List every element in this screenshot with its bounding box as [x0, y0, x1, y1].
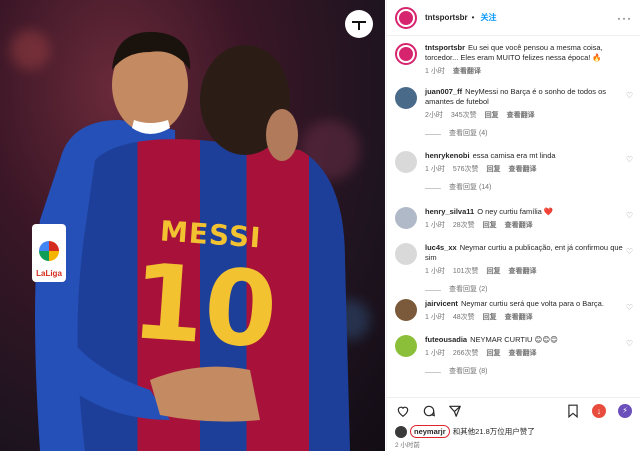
reply-button[interactable]: 回复 — [485, 111, 499, 121]
caption-time: 1 小时 — [425, 68, 445, 75]
like-heart-icon[interactable] — [395, 403, 411, 419]
translate-link[interactable]: 查看翻译 — [453, 67, 481, 77]
more-options-icon[interactable]: ··· — [617, 11, 632, 25]
like-heart-icon[interactable]: ♡ — [626, 339, 633, 348]
liker-avatar — [395, 425, 407, 438]
account-avatar[interactable] — [395, 6, 417, 29]
view-replies-label: 查看回复 (2) — [449, 286, 488, 293]
comment-username[interactable]: luc4s_xx — [425, 243, 457, 252]
comment-item: henry_silva11 O ney curtiu família ❤️ 1 小… — [395, 207, 633, 231]
translate-link[interactable]: 查看翻译 — [505, 313, 533, 323]
comment-text: Neymar curtiu será que volta para o Barç… — [460, 299, 604, 308]
likes-summary[interactable]: neymarjr 和其他21.8万位用户赞了 — [395, 425, 535, 438]
comment-username[interactable]: henrykenobi — [425, 151, 470, 160]
translate-link[interactable]: 查看翻译 — [507, 111, 535, 121]
comment-item: futeousadia NEYMAR CURTIU 😊😊😊 1 小时 266次赞 回复… — [395, 335, 633, 377]
reply-button[interactable]: 回复 — [487, 267, 501, 277]
comment-time: 1 小时 — [425, 350, 445, 357]
comment-item: luc4s_xx Neymar curtiu a publicação, ent … — [395, 243, 633, 295]
comment-time: 1 小时 — [425, 222, 445, 229]
post-timestamp: 2 小时前 — [395, 442, 420, 449]
laliga-label: LaLiga — [36, 269, 62, 278]
laliga-logo-icon — [39, 241, 59, 261]
share-send-icon[interactable] — [447, 403, 463, 419]
comment-item: henrykenobi essa camisa era mt linda 1 小时… — [395, 151, 633, 193]
follow-button[interactable]: 关注 — [480, 12, 496, 23]
like-heart-icon[interactable]: ♡ — [626, 155, 633, 164]
comment-item: juan007_ff NeyMessi no Barça é o sonho de… — [395, 87, 633, 139]
reply-button[interactable]: 回复 — [483, 313, 497, 323]
view-replies-label: 查看回复 (14) — [449, 184, 492, 191]
highlighted-liker[interactable]: neymarjr — [410, 425, 450, 438]
like-heart-icon[interactable]: ♡ — [626, 211, 633, 220]
likes-text: 和其他21.8万位用户赞了 — [452, 427, 535, 436]
comment-likes[interactable]: 576次赞 — [453, 165, 479, 175]
jersey-number: 10 — [127, 240, 281, 372]
comment-username[interactable]: futeousadia — [425, 335, 467, 344]
comment-text: NEYMAR CURTIU 😊😊😊 — [470, 335, 558, 344]
comment-text: essa camisa era mt linda — [472, 151, 556, 160]
bookmark-icon[interactable] — [565, 403, 581, 419]
view-replies-button[interactable]: 查看回复 (2) — [425, 285, 633, 295]
comment-username[interactable]: jairvicent — [425, 299, 458, 308]
right-player-ear — [266, 109, 298, 161]
comment-likes[interactable]: 28次赞 — [453, 221, 475, 231]
comment-username[interactable]: juan007_ff — [425, 87, 462, 96]
caption-username[interactable]: tntsportsbr — [425, 43, 465, 52]
laliga-badge: LaLiga — [32, 224, 66, 282]
view-replies-label: 查看回复 (8) — [449, 368, 488, 375]
account-username[interactable]: tntsportsbr — [425, 13, 468, 22]
commenter-avatar[interactable] — [395, 87, 417, 109]
post-header: tntsportsbr • 关注 ··· — [387, 0, 640, 36]
reply-button[interactable]: 回复 — [483, 221, 497, 231]
translate-link[interactable]: 查看翻译 — [509, 267, 537, 277]
post-actions-bar: ↓ ⚡ — [387, 397, 640, 423]
comment-text: O ney curtiu família ❤️ — [477, 207, 554, 216]
tnt-watermark-icon — [345, 10, 373, 38]
comment-time: 2小时 — [425, 112, 443, 119]
view-replies-button[interactable]: 查看回复 (14) — [425, 183, 633, 193]
post-photo[interactable]: MESSI 10 LaLiga — [0, 0, 385, 451]
view-replies-button[interactable]: 查看回复 (4) — [425, 129, 633, 139]
like-heart-icon[interactable]: ♡ — [626, 303, 633, 312]
comment-likes[interactable]: 266次赞 — [453, 349, 479, 359]
translate-link[interactable]: 查看翻译 — [509, 165, 537, 175]
view-replies-button[interactable]: 查看回复 (8) — [425, 367, 633, 377]
separator-dot: • — [471, 13, 475, 22]
comment-bubble-icon[interactable] — [421, 403, 437, 419]
commenter-avatar[interactable] — [395, 151, 417, 173]
comment-likes[interactable]: 48次赞 — [453, 313, 475, 323]
comment-time: 1 小时 — [425, 314, 445, 321]
commenter-avatar[interactable] — [395, 335, 417, 357]
commenter-avatar[interactable] — [395, 207, 417, 229]
comment-time: 1 小时 — [425, 166, 445, 173]
comment-time: 1 小时 — [425, 268, 445, 275]
translate-link[interactable]: 查看翻译 — [505, 221, 533, 231]
post-sidebar: tntsportsbr • 关注 ··· tntsportsbr Eu sei q… — [386, 0, 640, 451]
hand — [150, 366, 260, 422]
comment-item: jairvicent Neymar curtiu será que volta p… — [395, 299, 633, 323]
comment-username[interactable]: henry_silva11 — [425, 207, 474, 216]
extension-icon[interactable]: ⚡ — [617, 403, 633, 419]
like-heart-icon[interactable]: ♡ — [626, 247, 633, 256]
like-heart-icon[interactable]: ♡ — [626, 91, 633, 100]
reply-button[interactable]: 回复 — [487, 165, 501, 175]
commenter-avatar[interactable] — [395, 299, 417, 321]
comment-likes[interactable]: 101次赞 — [453, 267, 479, 277]
comments-list[interactable]: tntsportsbr Eu sei que você pensou a mesm… — [387, 37, 640, 395]
commenter-avatar[interactable] — [395, 243, 417, 265]
view-replies-label: 查看回复 (4) — [449, 130, 488, 137]
caption: tntsportsbr Eu sei que você pensou a mesm… — [395, 43, 633, 77]
download-extension-icon[interactable]: ↓ — [591, 403, 607, 419]
translate-link[interactable]: 查看翻译 — [509, 349, 537, 359]
comment-likes[interactable]: 345次赞 — [451, 111, 477, 121]
caption-avatar[interactable] — [395, 43, 417, 65]
reply-button[interactable]: 回复 — [487, 349, 501, 359]
